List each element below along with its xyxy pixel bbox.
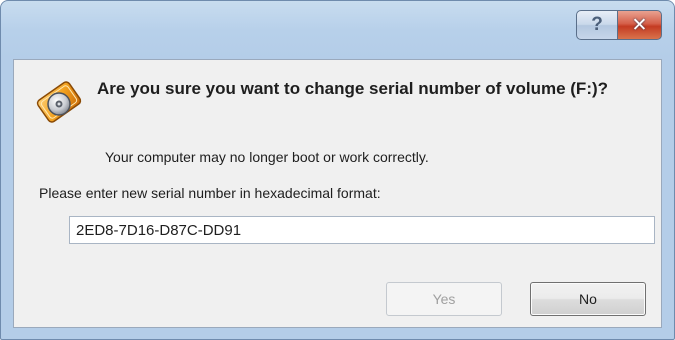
help-icon: ? — [591, 14, 603, 35]
dialog-heading: Are you sure you want to change serial n… — [97, 79, 609, 98]
confirmation-dialog: ? ✕ Are you sure you want to change seri… — [0, 0, 675, 340]
caption-buttons: ? ✕ — [576, 10, 662, 40]
close-button[interactable]: ✕ — [618, 10, 662, 40]
title-bar: ? ✕ — [1, 1, 674, 59]
serial-number-input[interactable] — [69, 216, 655, 244]
close-icon: ✕ — [631, 14, 648, 36]
help-button[interactable]: ? — [576, 10, 618, 40]
volume-serial-warning-icon — [36, 81, 82, 123]
warning-text: Your computer may no longer boot or work… — [105, 149, 429, 165]
no-button[interactable]: No — [530, 282, 646, 316]
yes-button[interactable]: Yes — [386, 282, 502, 316]
serial-prompt-label: Please enter new serial number in hexade… — [39, 185, 381, 201]
dialog-content: Are you sure you want to change serial n… — [13, 59, 662, 328]
